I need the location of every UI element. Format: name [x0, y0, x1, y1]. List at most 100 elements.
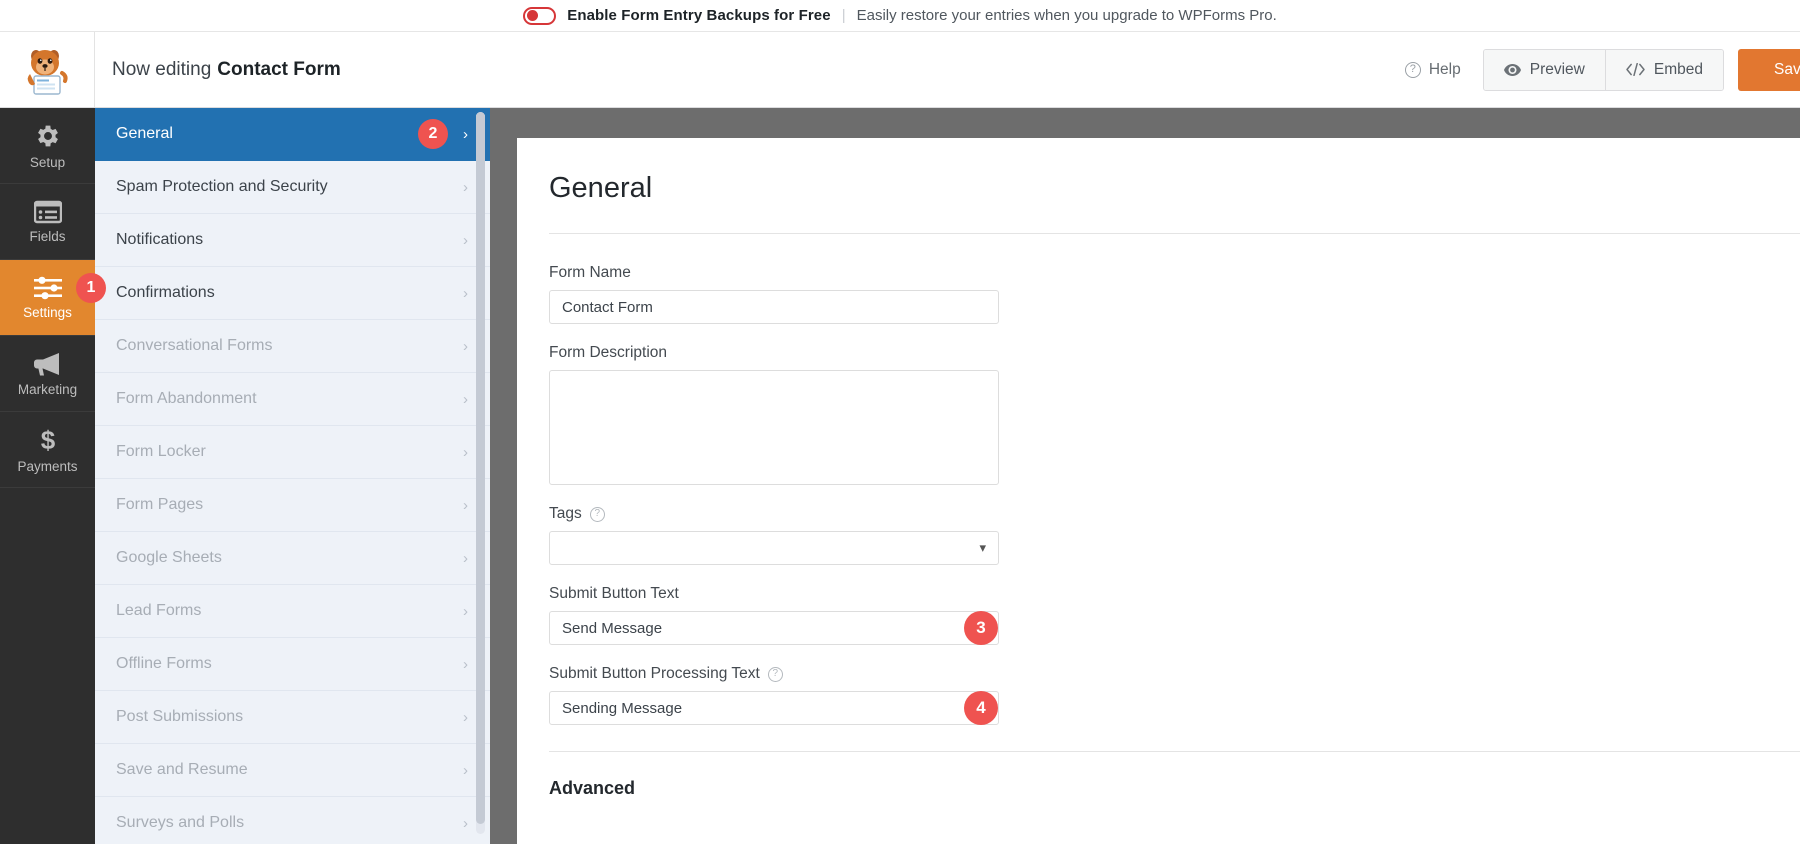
- settings-label: Lead Forms: [116, 602, 202, 619]
- tags-field-block: Tags ? ▾: [549, 505, 1790, 565]
- chevron-right-icon: ›: [463, 390, 468, 408]
- rail-label-settings: Settings: [23, 304, 72, 320]
- form-description-field-block: Form Description: [549, 344, 1790, 485]
- chevron-right-icon: ›: [463, 655, 468, 673]
- wpforms-mascot-logo-icon: [27, 49, 68, 95]
- settings-menu-list: General 2 › Spam Protection and Security…: [95, 108, 490, 844]
- promo-banner: Enable Form Entry Backups for Free | Eas…: [0, 0, 1800, 32]
- rail-item-setup[interactable]: Setup: [0, 108, 95, 184]
- general-settings-card: General Form Name Contact Form Form Desc…: [517, 138, 1800, 844]
- settings-badge-2: 2: [418, 119, 448, 149]
- icon-rail: Setup Fields Settings 1 Marketing $ Paym…: [0, 108, 106, 844]
- submit-processing-label-row: Submit Button Processing Text ?: [549, 665, 1790, 683]
- chevron-down-icon: ▾: [979, 540, 986, 555]
- rail-label-setup: Setup: [29, 154, 66, 170]
- main-content-area: General Form Name Contact Form Form Desc…: [490, 108, 1800, 844]
- chevron-right-icon: ›: [463, 549, 468, 567]
- chevron-right-icon: ›: [463, 496, 468, 514]
- settings-label-general: General: [116, 125, 173, 142]
- help-button[interactable]: ? Help: [1383, 61, 1483, 79]
- chevron-right-icon: ›: [463, 708, 468, 726]
- settings-item-post-submissions[interactable]: Post Submissions ›: [95, 691, 490, 744]
- settings-item-google-sheets[interactable]: Google Sheets ›: [95, 532, 490, 585]
- settings-item-general[interactable]: General 2 ›: [95, 108, 490, 161]
- rail-badge-1: 1: [76, 273, 106, 303]
- chevron-right-icon: ›: [463, 178, 468, 196]
- settings-label: Surveys and Polls: [116, 814, 245, 831]
- chevron-right-icon: ›: [463, 814, 468, 832]
- settings-item-surveys-and-polls[interactable]: Surveys and Polls ›: [95, 797, 490, 844]
- settings-label: Confirmations: [116, 284, 215, 301]
- preview-embed-group: Preview Embed: [1482, 48, 1724, 91]
- scrollbar-thumb[interactable]: [476, 112, 485, 824]
- settings-item-form-abandonment[interactable]: Form Abandonment ›: [95, 373, 490, 426]
- settings-label: Form Pages: [116, 496, 204, 513]
- rail-item-settings[interactable]: Settings 1: [0, 260, 106, 336]
- chevron-right-icon: ›: [463, 231, 468, 249]
- settings-item-notifications[interactable]: Notifications ›: [95, 214, 490, 267]
- megaphone-icon: [33, 352, 59, 375]
- form-description-textarea[interactable]: [549, 370, 999, 485]
- submit-processing-text-field-block: Submit Button Processing Text ? Sending …: [549, 665, 1790, 725]
- submit-button-text-field-block: Submit Button Text Send Message 3: [549, 585, 1790, 645]
- settings-label: Notifications: [116, 231, 204, 248]
- settings-label: Form Locker: [116, 443, 206, 460]
- rail-item-payments[interactable]: $ Payments: [0, 412, 95, 488]
- rail-item-marketing[interactable]: Marketing: [0, 336, 95, 412]
- submit-processing-label: Submit Button Processing Text: [549, 665, 760, 682]
- embed-button[interactable]: Embed: [1604, 49, 1723, 90]
- question-circle-icon[interactable]: ?: [589, 506, 605, 522]
- settings-menu-panel: General 2 › Spam Protection and Security…: [95, 108, 490, 844]
- settings-item-save-and-resume[interactable]: Save and Resume ›: [95, 744, 490, 797]
- editor-header: Now editing Contact Form ? Help Preview …: [0, 32, 1800, 108]
- settings-panel-scrollbar[interactable]: [476, 112, 485, 834]
- field-badge-3: 3: [964, 611, 998, 645]
- toggle-switch-off-icon[interactable]: [523, 6, 557, 25]
- settings-item-form-pages[interactable]: Form Pages ›: [95, 479, 490, 532]
- save-button[interactable]: Save: [1738, 48, 1800, 91]
- embed-label: Embed: [1653, 60, 1703, 78]
- settings-label: Conversational Forms: [116, 337, 273, 354]
- tags-select[interactable]: ▾: [549, 531, 999, 565]
- form-name-field-block: Form Name Contact Form: [549, 264, 1790, 324]
- form-name-input[interactable]: Contact Form: [549, 290, 999, 324]
- preview-button[interactable]: Preview: [1483, 49, 1605, 90]
- toggle-knob: [526, 9, 538, 21]
- chevron-right-icon: ›: [463, 125, 468, 143]
- help-label: Help: [1428, 60, 1461, 78]
- settings-item-lead-forms[interactable]: Lead Forms ›: [95, 585, 490, 638]
- settings-item-spam-protection-and-security[interactable]: Spam Protection and Security ›: [95, 161, 490, 214]
- sliders-icon: [33, 276, 62, 299]
- promo-title: Enable Form Entry Backups for Free: [567, 7, 831, 24]
- settings-item-form-locker[interactable]: Form Locker ›: [95, 426, 490, 479]
- question-circle-icon[interactable]: ?: [767, 666, 783, 682]
- rail-label-payments: Payments: [17, 458, 78, 474]
- gear-icon: [37, 125, 58, 146]
- rail-label-marketing: Marketing: [17, 381, 78, 397]
- wpforms-logo[interactable]: [0, 32, 95, 107]
- code-brackets-icon: [1626, 63, 1645, 76]
- header-actions: ? Help Preview Embed Sav: [1383, 32, 1800, 107]
- submit-button-text-input[interactable]: Send Message: [549, 611, 999, 645]
- form-description-label: Form Description: [549, 344, 667, 361]
- settings-item-conversational-forms[interactable]: Conversational Forms ›: [95, 320, 490, 373]
- settings-item-confirmations[interactable]: Confirmations ›: [95, 267, 490, 320]
- question-circle-icon: ?: [1404, 61, 1421, 78]
- submit-button-text-label: Submit Button Text: [549, 585, 679, 602]
- submit-processing-input[interactable]: Sending Message: [549, 691, 999, 725]
- form-title: Contact Form: [217, 58, 341, 80]
- rail-item-fields[interactable]: Fields: [0, 184, 95, 260]
- preview-label: Preview: [1529, 60, 1585, 78]
- promo-subtitle: Easily restore your entries when you upg…: [856, 7, 1277, 24]
- settings-label: Offline Forms: [116, 655, 212, 672]
- chevron-right-icon: ›: [463, 443, 468, 461]
- settings-label: Form Abandonment: [116, 390, 257, 407]
- settings-item-offline-forms[interactable]: Offline Forms ›: [95, 638, 490, 691]
- field-badge-4: 4: [964, 691, 998, 725]
- dollar-sign-icon: $: [40, 426, 55, 454]
- eye-icon: [1503, 63, 1521, 76]
- settings-label: Post Submissions: [116, 708, 244, 725]
- page-title: Now editing Contact Form: [95, 32, 1383, 107]
- promo-separator: |: [841, 7, 846, 24]
- save-label: Save: [1774, 60, 1800, 78]
